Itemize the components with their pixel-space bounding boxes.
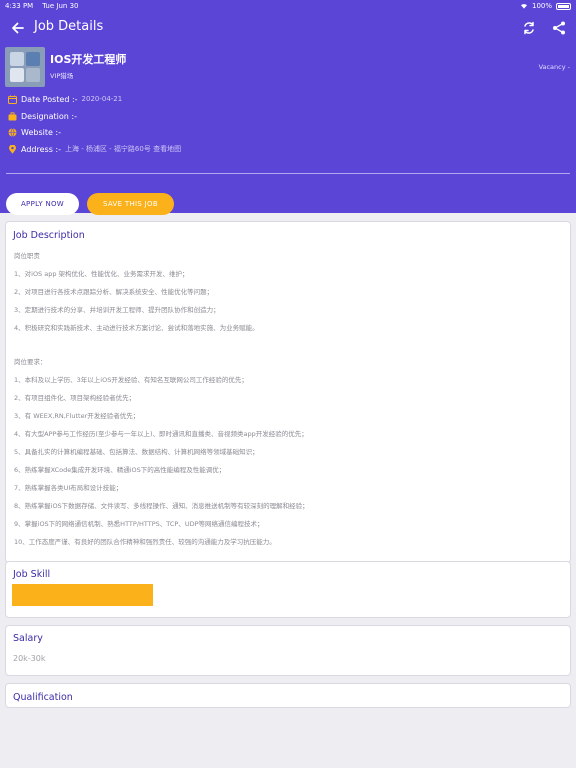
description-line: 4、积极研究和实践新技术、主动进行技术方案讨论、尝试和落地实施、为业务赋能。: [14, 324, 259, 332]
date-posted-label: Date Posted :-: [21, 94, 78, 104]
apply-now-button[interactable]: APPLY NOW: [6, 193, 79, 215]
company-logo: [5, 47, 45, 87]
logo-tile: [26, 68, 40, 82]
status-bar: 4:33 PM Tue Jun 30 100%: [0, 0, 576, 12]
logo-tile: [26, 52, 40, 66]
page-title: Job Details: [34, 19, 104, 34]
wifi-icon: [520, 4, 527, 9]
job-skill-title: Job Skill: [13, 569, 51, 580]
job-skill-card: Job Skill: [5, 561, 571, 618]
job-description-card: Job Description 岗位职责 1、对iOS app 架构优化、性能优…: [5, 221, 571, 563]
description-line: 9、掌握iOS下的网络通信机制、熟悉HTTP/HTTPS、TCP、UDP等网络通…: [14, 520, 264, 528]
description-line: 1、本科及以上学历、3年以上iOS开发经验、有知名互联网公司工作经验的优先；: [14, 376, 248, 384]
description-line: 6、熟练掌握XCode集成开发环境、精通iOS下的高性能编程及性能调优；: [14, 466, 226, 474]
salary-card: Salary 20k-30k: [5, 625, 571, 676]
battery-icon: [556, 2, 571, 10]
address-label: Address :-: [21, 144, 61, 154]
status-date: Tue Jun 30: [42, 2, 79, 10]
map-pin-icon: [8, 144, 17, 154]
description-line: 2、有项目组件化、项目架构经验者优先；: [14, 394, 136, 402]
job-title: IOS开发工程师: [50, 53, 127, 66]
description-line: 8、熟练掌握iOS下数据存储、文件读写、多线程操作、通知、消息推送机制等有较深刻…: [14, 502, 309, 510]
qualification-card: Qualification: [5, 683, 571, 708]
calendar-icon: [8, 95, 17, 104]
globe-icon: [8, 127, 17, 137]
sync-icon: [524, 21, 534, 35]
website-row: Website :-: [8, 126, 61, 138]
date-posted-row: Date Posted :- 2020-04-21: [8, 93, 122, 105]
website-label: Website :-: [21, 127, 62, 137]
battery-percent: 100%: [531, 2, 552, 10]
app-bar: Job Details: [0, 12, 576, 44]
header-divider: [6, 173, 570, 174]
description-line: 5、具备扎实的计算机编程基础、包括算法、数据结构、计算机网络等领域基础知识；: [14, 448, 259, 456]
description-line: 2、对项目进行各技术点跟踪分析、解决系统安全、性能优化等问题；: [14, 288, 214, 296]
designation-row: Designation :-: [8, 110, 77, 122]
description-line: 4、有大型APP参与工作经历(至少参与一年以上)、即时通讯和直播类、音视频类ap…: [14, 430, 308, 438]
job-description-title: Job Description: [13, 230, 85, 241]
address-row: Address :- 上海 - 杨浦区 - 福宁路60号 查看地图: [8, 143, 181, 155]
share-button[interactable]: [551, 20, 567, 36]
description-line: 3、有 WEEX,RN,Flutter开发经验者优先；: [14, 412, 140, 420]
description-line: 岗位要求：: [14, 358, 47, 366]
designation-label: Designation :-: [21, 111, 77, 121]
skill-tag: [12, 584, 153, 606]
share-icon: [553, 21, 565, 35]
description-line: 岗位职责: [14, 252, 40, 260]
job-header: Job Details IOS开发工程师 VIP猎场 Vacancy - Dat…: [0, 12, 576, 215]
status-time: 4:33 PM: [5, 2, 34, 10]
salary-title: Salary: [13, 633, 43, 644]
arrow-left-icon: [11, 22, 24, 34]
address-value[interactable]: 上海 - 杨浦区 - 福宁路60号 查看地图: [65, 144, 181, 154]
logo-tile: [10, 52, 24, 66]
company-name: VIP猎场: [50, 72, 74, 80]
date-posted-value: 2020-04-21: [81, 95, 123, 103]
description-line: 10、工作态度严谨、有良好的团队合作精神和强烈责任、较强的沟通能力及学习抗压能力…: [14, 538, 276, 546]
description-line: 7、熟练掌握各类UI布局和设计技能；: [14, 484, 123, 492]
switch-button[interactable]: [521, 20, 537, 36]
description-line: 1、对iOS app 架构优化、性能优化、业务需求开发、维护；: [14, 270, 189, 278]
vacancy-label: Vacancy -: [538, 63, 570, 71]
salary-value: 20k-30k: [13, 654, 46, 663]
qualification-title: Qualification: [13, 692, 73, 703]
description-line: 3、定期进行技术的分享、并培训开发工程师、提升团队协作和创造力；: [14, 306, 220, 314]
briefcase-icon: [8, 111, 17, 121]
save-job-button[interactable]: SAVE THIS JOB: [87, 193, 174, 215]
back-button[interactable]: [8, 19, 26, 37]
logo-tile: [10, 68, 24, 82]
